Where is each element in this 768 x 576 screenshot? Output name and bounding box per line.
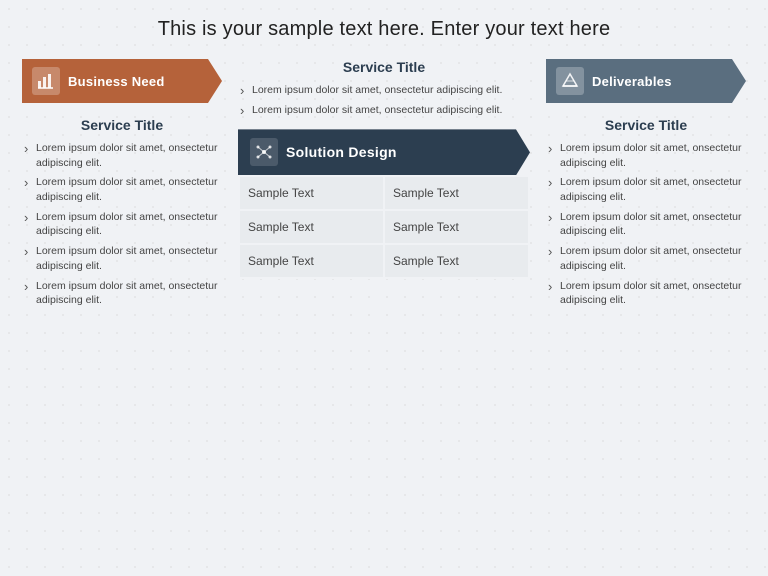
list-item: Lorem ipsum dolor sit amet, onsectetur a… <box>546 279 746 308</box>
network-icon <box>255 143 273 161</box>
deliverables-label: Deliverables <box>592 74 672 89</box>
grid-cell: Sample Text <box>384 210 529 244</box>
header-title: This is your sample text here. Enter you… <box>22 18 746 41</box>
list-item: Lorem ipsum dolor sit amet, onsectetur a… <box>238 103 530 118</box>
left-bullet-list: Lorem ipsum dolor sit amet, onsectetur a… <box>22 141 222 308</box>
right-service-title: Service Title <box>546 117 746 133</box>
solution-design-banner: Solution Design <box>238 129 530 175</box>
grid-cell: Sample Text <box>384 244 529 278</box>
list-item: Lorem ipsum dolor sit amet, onsectetur a… <box>22 279 222 308</box>
list-item: Lorem ipsum dolor sit amet, onsectetur a… <box>22 210 222 239</box>
solution-design-label: Solution Design <box>286 144 397 160</box>
center-top-section: Service Title Lorem ipsum dolor sit amet… <box>238 59 530 117</box>
right-column: Deliverables Service Title Lorem ipsum d… <box>546 59 746 313</box>
main-container: This is your sample text here. Enter you… <box>0 0 768 576</box>
left-column: Business Need Service Title Lorem ipsum … <box>22 59 222 313</box>
list-item: Lorem ipsum dolor sit amet, onsectetur a… <box>22 244 222 273</box>
business-need-banner: Business Need <box>22 59 222 103</box>
table-row: Sample Text Sample Text <box>239 244 529 278</box>
list-item: Lorem ipsum dolor sit amet, onsectetur a… <box>22 141 222 170</box>
business-need-label: Business Need <box>68 74 165 89</box>
business-need-icon-box <box>32 67 60 95</box>
pyramid-icon <box>561 72 579 90</box>
grid-cell: Sample Text <box>384 176 529 210</box>
deliverables-icon-box <box>556 67 584 95</box>
columns-layout: Business Need Service Title Lorem ipsum … <box>22 59 746 313</box>
list-item: Lorem ipsum dolor sit amet, onsectetur a… <box>546 210 746 239</box>
list-item: Lorem ipsum dolor sit amet, onsectetur a… <box>238 83 530 98</box>
grid-cell: Sample Text <box>239 176 384 210</box>
right-bullet-list: Lorem ipsum dolor sit amet, onsectetur a… <box>546 141 746 308</box>
table-row: Sample Text Sample Text <box>239 176 529 210</box>
grid-cell: Sample Text <box>239 244 384 278</box>
list-item: Lorem ipsum dolor sit amet, onsectetur a… <box>546 141 746 170</box>
center-service-title: Service Title <box>238 59 530 75</box>
left-service-title: Service Title <box>22 117 222 133</box>
table-row: Sample Text Sample Text <box>239 210 529 244</box>
center-bullet-list: Lorem ipsum dolor sit amet, onsectetur a… <box>238 83 530 117</box>
grid-cell: Sample Text <box>239 210 384 244</box>
list-item: Lorem ipsum dolor sit amet, onsectetur a… <box>22 175 222 204</box>
list-item: Lorem ipsum dolor sit amet, onsectetur a… <box>546 244 746 273</box>
sample-grid: Sample Text Sample Text Sample Text Samp… <box>238 175 530 279</box>
list-item: Lorem ipsum dolor sit amet, onsectetur a… <box>546 175 746 204</box>
bar-chart-icon <box>37 72 55 90</box>
deliverables-banner: Deliverables <box>546 59 746 103</box>
center-column: Service Title Lorem ipsum dolor sit amet… <box>238 59 530 279</box>
solution-design-icon-box <box>250 138 278 166</box>
